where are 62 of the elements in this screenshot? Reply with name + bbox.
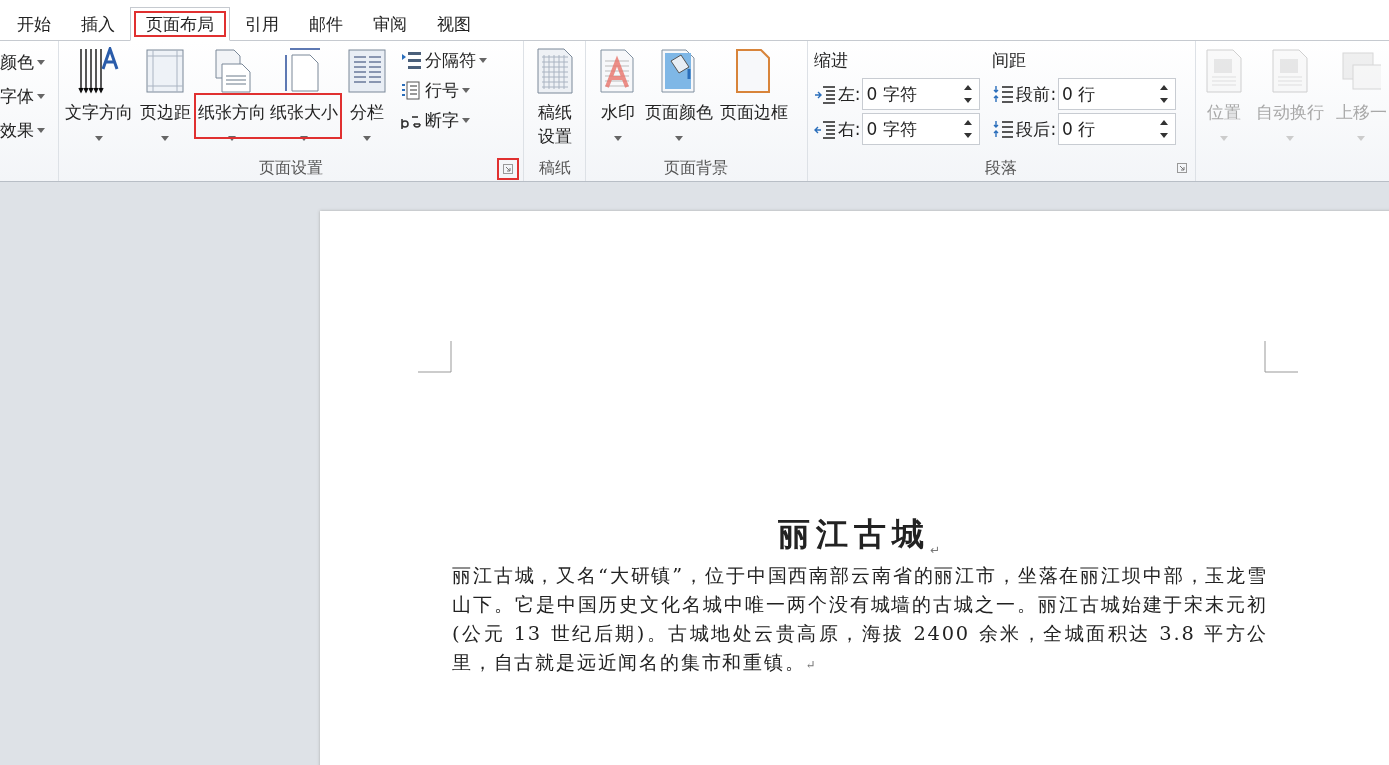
ribbon-large-button[interactable]: 页面颜色 — [643, 47, 715, 141]
field-label: 段后: — [1016, 117, 1057, 141]
spin-field[interactable]: 0 行 — [1058, 78, 1177, 110]
line-numbers-icon — [399, 80, 422, 101]
manuscript-settings-button[interactable]: 稿纸设置 — [532, 47, 577, 149]
caret-icon — [1220, 136, 1228, 141]
field-label: 段前: — [1016, 82, 1057, 106]
dialog-launcher-icon[interactable] — [503, 164, 514, 174]
ribbon-large-button[interactable]: 纸张方向 — [195, 47, 268, 141]
body-paragraph: 丽江古城，又名“大研镇”，位于中国西南部云南省的丽江市，坐落在丽江坝中部，玉龙雪山下。它是中国历史文化名城中唯一两个没有城墙的古城之一。丽江古城始建于宋末元初(公元 13 世纪后期)。古城地处云贵高原，海拔 2400 余米，全城面积达 3.8 平方公里，自古就是远近闻名的集市和重镇。↵ — [452, 563, 1268, 676]
ribbon-large-button[interactable]: 分栏 — [342, 47, 391, 141]
grid-paper-icon — [534, 47, 575, 95]
indent-left-icon — [813, 84, 836, 104]
caret-icon — [461, 88, 470, 93]
caret-icon — [37, 94, 45, 99]
indent-right-icon — [813, 119, 836, 139]
ribbon-tab[interactable]: 开始 — [2, 7, 66, 41]
spin-field[interactable]: 0 字符 — [862, 78, 981, 110]
section-heading: 缩进 — [813, 49, 849, 72]
ribbon-large-button[interactable]: 纸张大小 — [267, 47, 340, 141]
group-label: 稿纸 — [538, 157, 571, 179]
section-heading: 间距 — [992, 49, 1028, 72]
ribbon-tab[interactable]: 视图 — [422, 7, 486, 41]
group-label: 页面背景 — [664, 157, 729, 179]
ribbon-tab[interactable]: 邮件 — [294, 7, 358, 41]
theme-menu-button[interactable]: 字体 — [0, 83, 58, 110]
paragraph-mark: ↵ — [929, 543, 941, 557]
caret-icon — [461, 118, 470, 123]
ribbon-tab[interactable]: 页面布局 — [130, 7, 230, 41]
document-title: 丽江古城 — [777, 514, 930, 555]
margin-corner-mark — [1264, 341, 1298, 373]
ribbon-large-button[interactable]: 页面边框 — [718, 47, 790, 141]
caret-icon — [1286, 136, 1294, 141]
dialog-launcher-icon[interactable] — [1177, 163, 1187, 173]
spin-field[interactable]: 0 字符 — [862, 113, 981, 145]
breaks-icon — [399, 50, 422, 71]
group-label: 段落 — [985, 157, 1018, 179]
ribbon-large-button[interactable]: 水印 — [596, 47, 640, 141]
paragraph-mark: ↵ — [805, 658, 818, 672]
spin-field[interactable]: 0 行 — [1058, 113, 1177, 145]
text-direction-icon — [76, 47, 121, 95]
space-after-icon — [992, 119, 1015, 139]
field-label: 右: — [837, 117, 861, 141]
ribbon-small-button[interactable]: 行号 — [399, 77, 487, 104]
ribbon-tab[interactable]: 插入 — [66, 7, 130, 41]
field-label: 左: — [837, 82, 861, 106]
space-before-icon — [992, 84, 1015, 104]
group-label: 页面设置 — [259, 157, 323, 179]
caret-icon — [478, 58, 487, 63]
ribbon-small-button[interactable]: 分隔符 — [399, 47, 487, 74]
ribbon-small-button[interactable]: 断字 — [399, 107, 487, 134]
caret-icon — [37, 128, 45, 133]
theme-menu-button[interactable]: 颜色 — [0, 49, 58, 76]
ribbon-large-button[interactable]: 页边距 — [137, 47, 193, 141]
ribbon-tab[interactable]: 引用 — [230, 7, 294, 41]
ribbon-large-button[interactable]: 文字方向 — [62, 47, 135, 141]
theme-menu-button[interactable]: 效果 — [0, 117, 58, 144]
caret-icon — [37, 60, 45, 65]
margin-corner-mark — [418, 341, 452, 373]
caret-icon — [1357, 136, 1366, 141]
ribbon-tab[interactable]: 审阅 — [358, 7, 422, 41]
position-icon — [1204, 47, 1244, 95]
